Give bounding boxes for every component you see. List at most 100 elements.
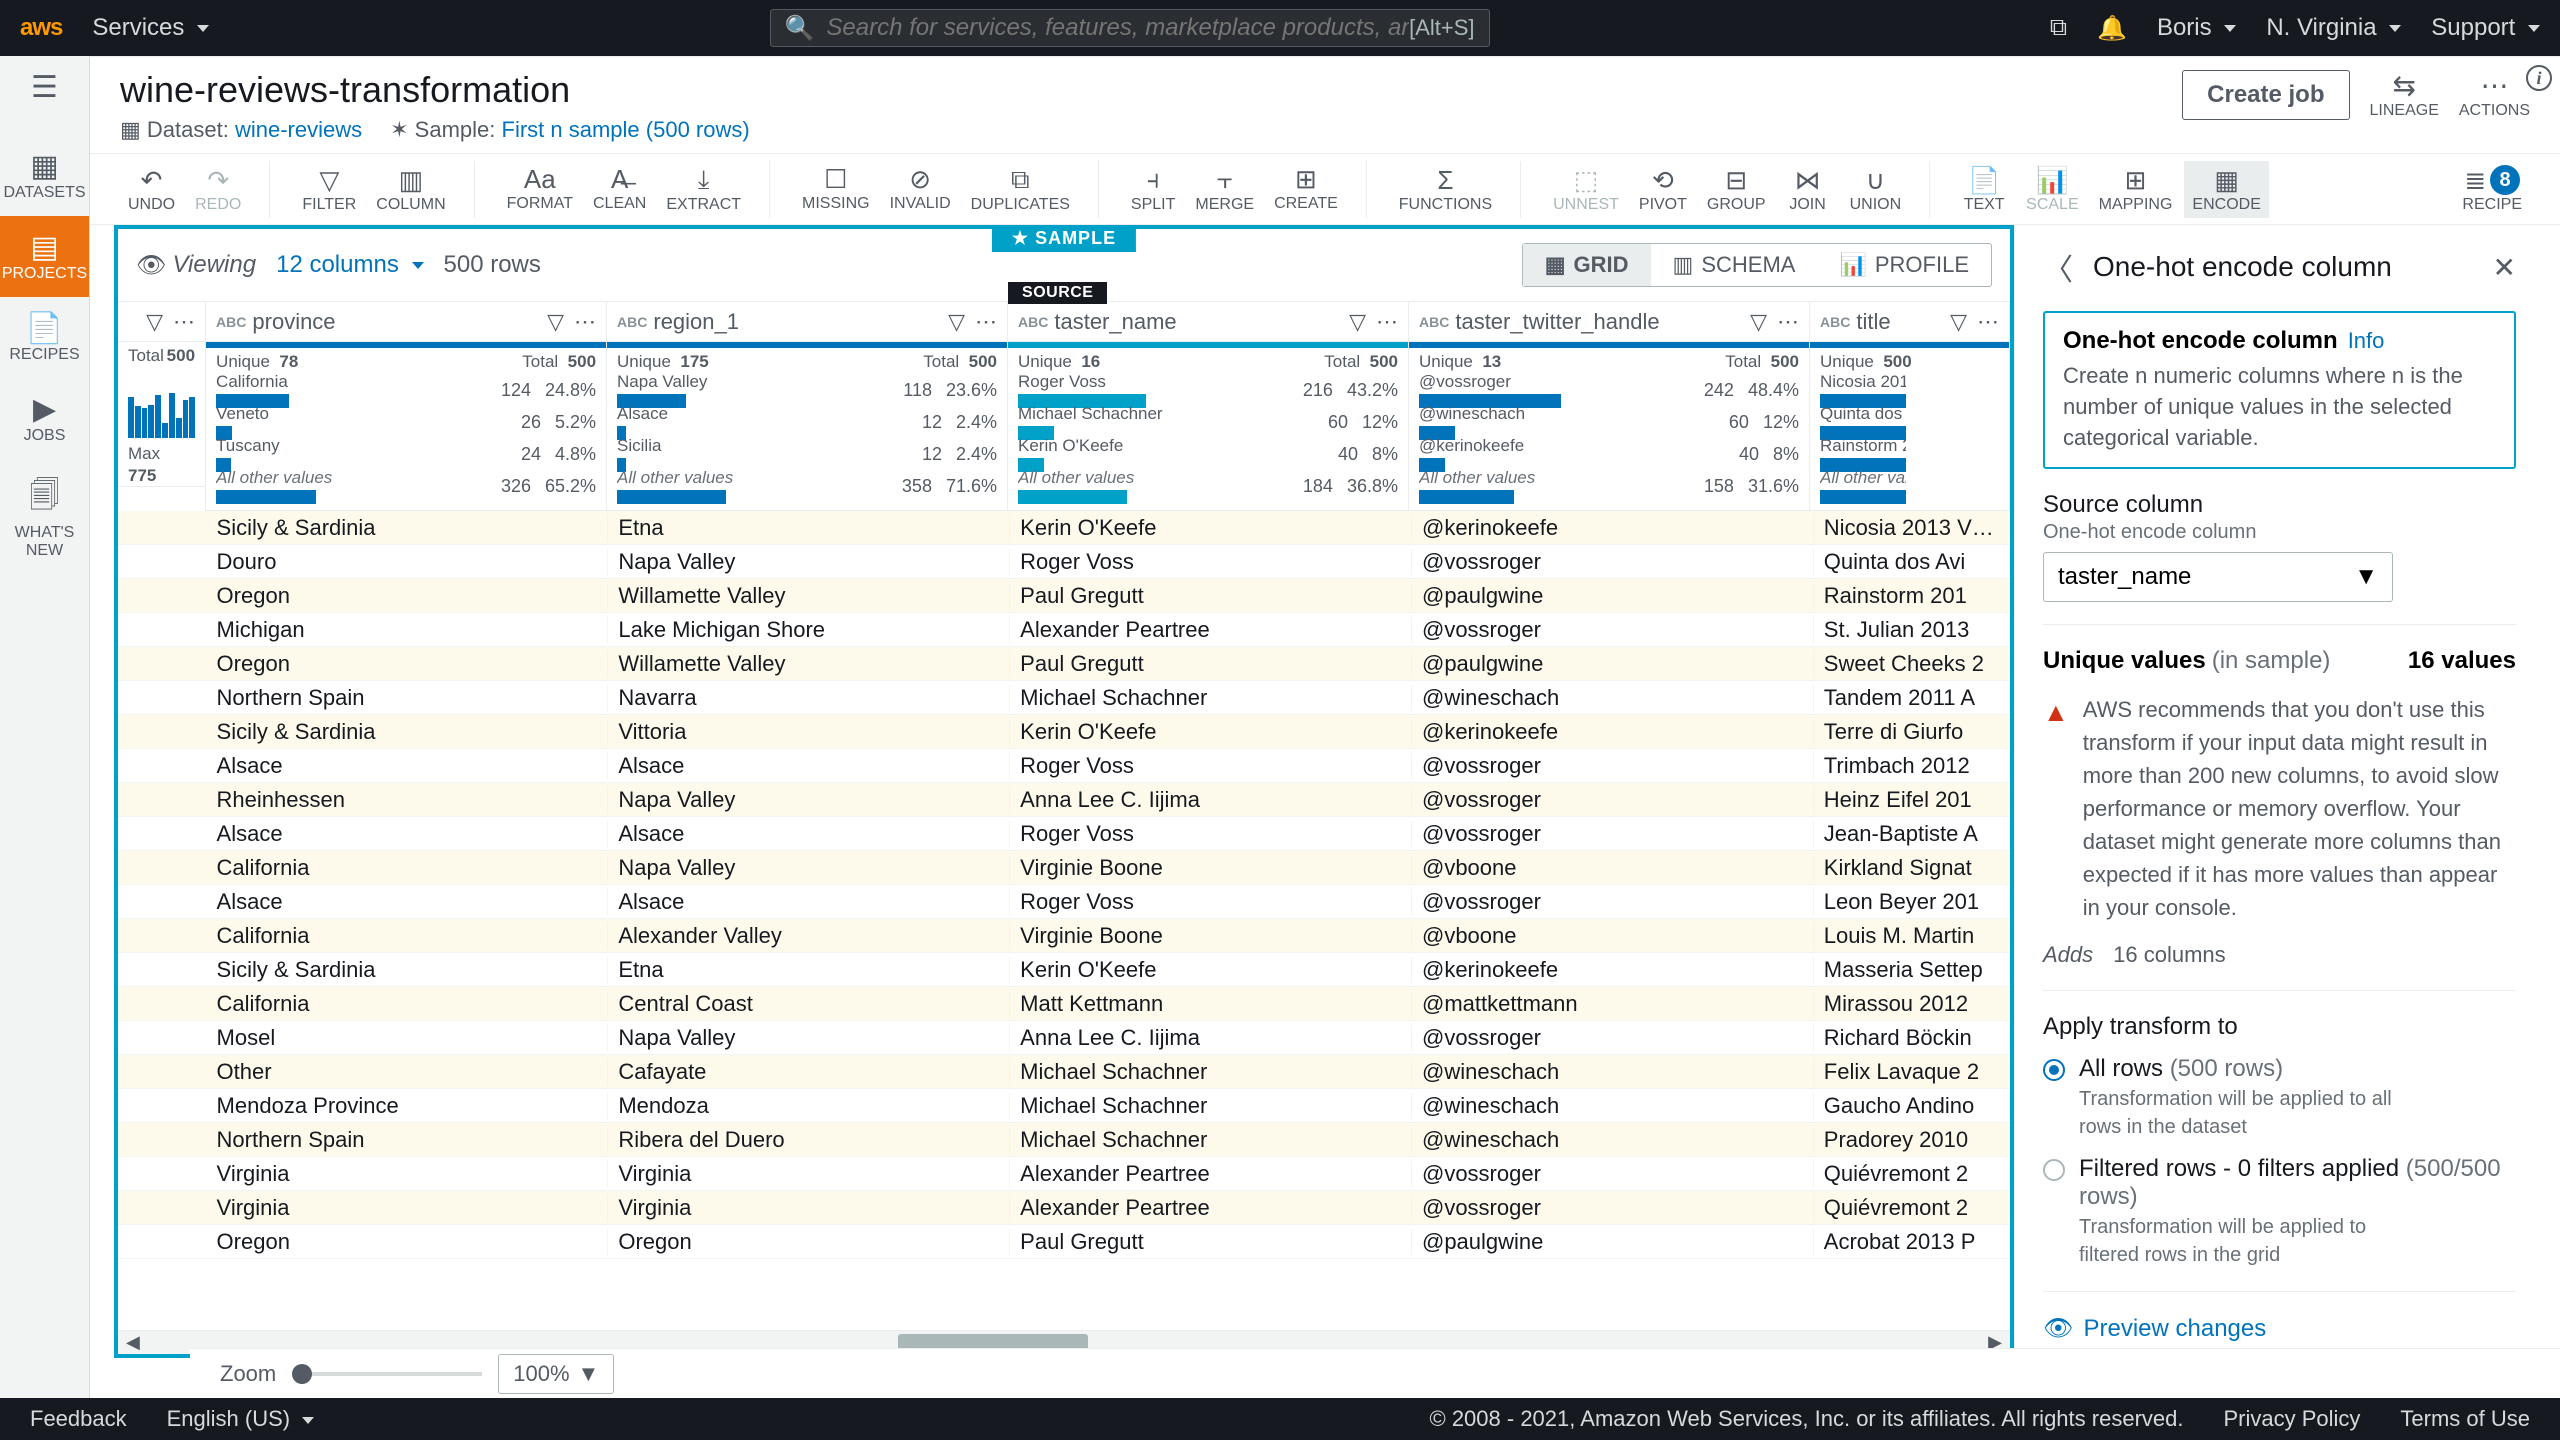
extract-button[interactable]: ⤓EXTRACT: [658, 160, 749, 218]
table-row[interactable]: MoselNapa ValleyAnna Lee C. Iijima@vossr…: [118, 1021, 2010, 1055]
table-row[interactable]: Northern SpainRibera del DueroMichael Sc…: [118, 1123, 2010, 1157]
table-row[interactable]: OregonWillamette ValleyPaul Gregutt@paul…: [118, 579, 2010, 613]
columns-count[interactable]: 12 columns: [276, 251, 423, 279]
table-row[interactable]: MichiganLake Michigan ShoreAlexander Pea…: [118, 613, 2010, 647]
more-icon[interactable]: ⋯: [1376, 309, 1398, 335]
nav-projects[interactable]: ▤PROJECTS: [0, 216, 89, 297]
duplicates-button[interactable]: ⧉DUPLICATES: [963, 160, 1078, 218]
recipe-button[interactable]: ≣8 RECIPE: [2454, 161, 2530, 218]
filter-button[interactable]: ▽FILTER: [294, 161, 364, 218]
union-button[interactable]: ∪UNION: [1842, 161, 1910, 218]
table-row[interactable]: Sicily & SardiniaEtnaKerin O'Keefe@kerin…: [118, 511, 2010, 545]
panel-back-button[interactable]: 〈: [2043, 245, 2073, 289]
merge-button[interactable]: ⫟MERGE: [1187, 160, 1262, 218]
column-header[interactable]: ABCtitle▽⋯: [1810, 302, 2009, 342]
filter-icon[interactable]: ▽: [948, 309, 965, 335]
table-row[interactable]: Sicily & SardiniaEtnaKerin O'Keefe@kerin…: [118, 953, 2010, 987]
text-button[interactable]: 📄TEXT: [1954, 161, 2014, 218]
nav-recipes[interactable]: 📄RECIPES: [0, 297, 89, 378]
view-schema[interactable]: ▥SCHEMA: [1651, 244, 1818, 286]
aws-logo[interactable]: aws: [20, 14, 62, 42]
terms-link[interactable]: Terms of Use: [2400, 1406, 2530, 1432]
invalid-button[interactable]: ⊘INVALID: [882, 160, 959, 218]
cloudshell-icon[interactable]: ⧉: [2050, 14, 2067, 42]
column-header[interactable]: ABCtaster_twitter_handle▽⋯: [1409, 302, 1809, 342]
table-row[interactable]: AlsaceAlsaceRoger Voss@vossrogerLeon Bey…: [118, 885, 2010, 919]
table-row[interactable]: DouroNapa ValleyRoger Voss@vossrogerQuin…: [118, 545, 2010, 579]
functions-button[interactable]: ΣFUNCTIONS: [1391, 161, 1500, 218]
view-profile[interactable]: 📊PROFILE: [1817, 244, 1991, 286]
more-icon[interactable]: ⋯: [1777, 309, 1799, 335]
table-row[interactable]: VirginiaVirginiaAlexander Peartree@vossr…: [118, 1157, 2010, 1191]
table-row[interactable]: OregonWillamette ValleyPaul Gregutt@paul…: [118, 647, 2010, 681]
mapping-button[interactable]: ⊞MAPPING: [2091, 161, 2181, 218]
filter-icon[interactable]: ▽: [547, 309, 564, 335]
split-button[interactable]: ⫞SPLIT: [1123, 160, 1183, 218]
table-row[interactable]: OtherCafayateMichael Schachner@wineschac…: [118, 1055, 2010, 1089]
join-button[interactable]: ⋈JOIN: [1778, 161, 1838, 218]
sample-link[interactable]: First n sample (500 rows): [502, 117, 750, 142]
region-menu[interactable]: N. Virginia: [2266, 14, 2401, 42]
undo-button[interactable]: ↶UNDO: [120, 161, 183, 218]
notifications-icon[interactable]: 🔔: [2097, 14, 2127, 43]
table-row[interactable]: CaliforniaNapa ValleyVirginie Boone@vboo…: [118, 851, 2010, 885]
actions-button[interactable]: ⋯ACTIONS: [2459, 69, 2530, 120]
info-link[interactable]: Info: [2348, 328, 2385, 353]
preview-changes-link[interactable]: 👁Preview changes: [2043, 1314, 2516, 1343]
radio-all-rows[interactable]: [2043, 1059, 2065, 1081]
nav-toggle[interactable]: ☰: [31, 70, 58, 105]
filter-icon[interactable]: ▽: [146, 309, 163, 335]
nav-datasets[interactable]: ▦DATASETS: [0, 135, 89, 216]
table-row[interactable]: Sicily & SardiniaVittoriaKerin O'Keefe@k…: [118, 715, 2010, 749]
support-menu[interactable]: Support: [2431, 14, 2540, 42]
more-icon[interactable]: ⋯: [574, 309, 596, 335]
nav-whatsnew[interactable]: 🗐WHAT'S NEW: [0, 459, 89, 574]
zoom-select[interactable]: 100%▼: [498, 1354, 614, 1394]
scroll-left-icon[interactable]: ◀: [126, 1332, 140, 1353]
filter-icon[interactable]: ▽: [1349, 309, 1366, 335]
panel-close-button[interactable]: ✕: [2493, 251, 2516, 284]
more-icon[interactable]: ⋯: [1977, 309, 1999, 335]
clean-button[interactable]: A̶CLEAN: [585, 160, 654, 218]
create-button[interactable]: ⊞CREATE: [1266, 160, 1346, 218]
zoom-slider[interactable]: [292, 1372, 482, 1376]
dataset-link[interactable]: wine-reviews: [235, 117, 362, 142]
filter-icon[interactable]: ▽: [1950, 309, 1967, 335]
view-grid[interactable]: ▦GRID: [1523, 244, 1651, 286]
filter-icon[interactable]: ▽: [1750, 309, 1767, 335]
format-button[interactable]: AaFORMAT: [499, 160, 581, 218]
column-header[interactable]: ABCtaster_name▽⋯: [1008, 302, 1408, 342]
privacy-link[interactable]: Privacy Policy: [2223, 1406, 2360, 1432]
table-row[interactable]: OregonOregonPaul Gregutt@paulgwineAcroba…: [118, 1225, 2010, 1259]
user-menu[interactable]: Boris: [2157, 14, 2236, 42]
column-header[interactable]: ▽⋯: [118, 302, 205, 342]
table-row[interactable]: Northern SpainNavarraMichael Schachner@w…: [118, 681, 2010, 715]
encode-button[interactable]: ▦ENCODE: [2184, 161, 2268, 218]
info-icon[interactable]: i: [2526, 65, 2552, 91]
table-row[interactable]: CaliforniaCentral CoastMatt Kettmann@mat…: [118, 987, 2010, 1021]
column-header[interactable]: ABCregion_1▽⋯: [607, 302, 1007, 342]
language-selector[interactable]: English (US): [167, 1406, 315, 1432]
more-icon[interactable]: ⋯: [975, 309, 997, 335]
pivot-button[interactable]: ⟲PIVOT: [1631, 161, 1695, 218]
table-row[interactable]: CaliforniaAlexander ValleyVirginie Boone…: [118, 919, 2010, 953]
more-icon[interactable]: ⋯: [173, 309, 195, 335]
zoom-knob[interactable]: [292, 1364, 312, 1384]
search-input[interactable]: [826, 14, 1409, 42]
services-menu[interactable]: Services: [92, 14, 209, 42]
sample-tab[interactable]: ★ SAMPLE: [992, 225, 1136, 252]
column-header[interactable]: ABCprovince▽⋯: [206, 302, 606, 342]
table-row[interactable]: RheinhessenNapa ValleyAnna Lee C. Iijima…: [118, 783, 2010, 817]
nav-jobs[interactable]: ▶JOBS: [0, 378, 89, 459]
lineage-button[interactable]: ⇆LINEAGE: [2370, 69, 2439, 120]
table-row[interactable]: AlsaceAlsaceRoger Voss@vossrogerJean-Bap…: [118, 817, 2010, 851]
global-search[interactable]: 🔍 [Alt+S]: [770, 9, 1490, 47]
group-button[interactable]: ⊟GROUP: [1699, 161, 1774, 218]
radio-filtered-rows[interactable]: [2043, 1159, 2065, 1181]
table-row[interactable]: Mendoza ProvinceMendozaMichael Schachner…: [118, 1089, 2010, 1123]
table-row[interactable]: VirginiaVirginiaAlexander Peartree@vossr…: [118, 1191, 2010, 1225]
column-button[interactable]: ▥COLUMN: [368, 161, 453, 218]
table-row[interactable]: AlsaceAlsaceRoger Voss@vossrogerTrimbach…: [118, 749, 2010, 783]
missing-button[interactable]: ☐MISSING: [794, 160, 878, 218]
source-column-select[interactable]: taster_name ▼: [2043, 552, 2393, 602]
